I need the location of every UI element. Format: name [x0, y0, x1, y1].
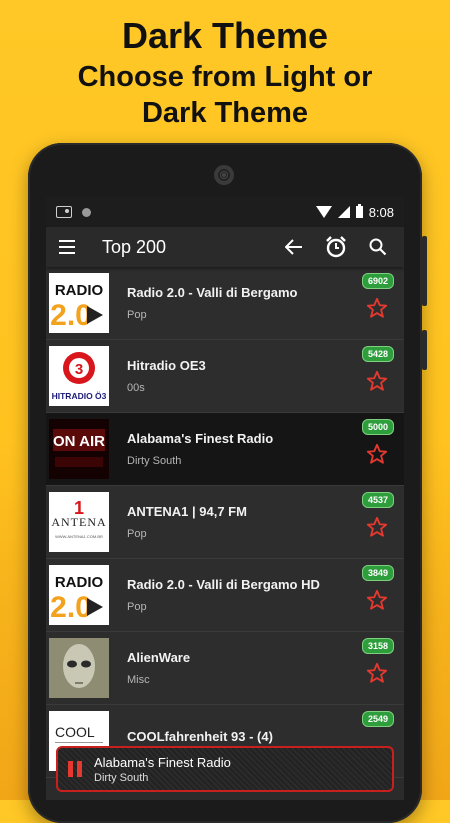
logo-text-antena-url: WWW.ANTENA1.COM.BR — [55, 534, 103, 539]
station-row[interactable]: RADIO 2.0 Radio 2.0 - Valli di Bergamo P… — [46, 267, 404, 340]
status-bar: 8:08 — [46, 197, 404, 227]
svg-text:2.0: 2.0 — [50, 591, 92, 624]
station-genre: Pop — [127, 601, 147, 613]
listener-count-badge: 2549 — [361, 711, 395, 727]
station-genre: Pop — [127, 309, 147, 321]
power-button — [422, 330, 427, 370]
favorite-star-icon[interactable] — [366, 516, 388, 538]
alarm-icon[interactable] — [324, 235, 348, 259]
search-icon[interactable] — [366, 235, 390, 259]
svg-text:2.0: 2.0 — [50, 299, 92, 332]
logo-text-hitradio: HITRADIO Ö3 — [52, 391, 107, 401]
promo-title: Dark Theme — [121, 15, 329, 56]
favorite-star-icon[interactable] — [366, 589, 388, 611]
station-name: COOLfahrenheit 93 - (4) — [127, 729, 273, 744]
cell-signal-icon — [337, 206, 350, 218]
station-genre: Misc — [127, 674, 150, 686]
station-row[interactable]: RADIO 2.0 Radio 2.0 - Valli di Bergamo H… — [46, 559, 404, 632]
station-genre: Pop — [127, 528, 147, 540]
logo-text-onair: ON AIR — [53, 433, 105, 450]
listener-count-badge: 6902 — [361, 273, 395, 289]
promo-subtitle-line2: Dark Theme — [141, 97, 308, 129]
station-name: ANTENA1 | 94,7 FM — [127, 504, 247, 519]
station-row[interactable]: 3 HITRADIO Ö3 Hitradio OE3 00s 5428 — [46, 340, 404, 413]
favorite-star-icon[interactable] — [366, 443, 388, 465]
station-row[interactable]: AlienWare Misc 3158 — [46, 632, 404, 705]
now-playing-genre: Dirty South — [94, 771, 149, 784]
listener-count-badge: 5428 — [361, 346, 395, 362]
battery-icon — [355, 204, 363, 218]
page-title: Top 200 — [102, 236, 167, 257]
station-logo: 3 HITRADIO Ö3 — [49, 346, 109, 406]
svg-text:RADIO: RADIO — [55, 574, 104, 591]
now-playing-name: Alabama's Finest Radio — [94, 754, 231, 770]
volume-button — [422, 236, 427, 306]
logo-text-cool: COOL — [55, 724, 95, 740]
station-name: Alabama's Finest Radio — [127, 431, 274, 446]
station-row-active[interactable]: ON AIR Alabama's Finest Radio Dirty Sout… — [46, 413, 404, 486]
app-screen: 8:08 Top 200 RADIO 2.0 Radio 2.0 - Valli… — [46, 197, 404, 800]
listener-count-badge: 5000 — [361, 419, 395, 435]
station-name: Hitradio OE3 — [127, 358, 206, 373]
station-row[interactable]: ANTENA 1 WWW.ANTENA1.COM.BR ANTENA1 | 94… — [46, 486, 404, 559]
svg-text:3: 3 — [75, 361, 83, 378]
station-logo — [49, 638, 109, 698]
station-logo: RADIO 2.0 — [49, 565, 109, 625]
favorite-star-icon[interactable] — [366, 662, 388, 684]
listener-count-badge: 3849 — [361, 565, 395, 581]
station-genre: Dirty South — [127, 455, 182, 467]
logo-text-radio: RADIO — [55, 282, 104, 299]
menu-icon[interactable] — [56, 235, 80, 259]
notification-dot-icon — [82, 207, 91, 217]
speaker-grille — [214, 165, 234, 185]
app-bar: Top 200 — [46, 227, 404, 267]
back-arrow-icon[interactable] — [282, 235, 306, 259]
station-genre: 00s — [127, 382, 145, 394]
listener-count-badge: 4537 — [361, 492, 395, 508]
station-logo: ANTENA 1 WWW.ANTENA1.COM.BR — [49, 492, 109, 552]
favorite-star-icon[interactable] — [366, 370, 388, 392]
svg-text:1: 1 — [74, 498, 84, 518]
wifi-icon — [315, 206, 332, 218]
station-list: RADIO 2.0 Radio 2.0 - Valli di Bergamo P… — [46, 267, 404, 778]
listener-count-badge: 3158 — [361, 638, 395, 654]
station-logo: ON AIR — [49, 419, 109, 479]
radio-notification-icon — [56, 206, 72, 218]
status-time: 8:08 — [368, 204, 394, 220]
promo-subtitle-line1: Choose from Light or — [77, 61, 373, 93]
station-logo: RADIO 2.0 — [49, 273, 109, 333]
station-name: AlienWare — [127, 650, 191, 665]
station-name: Radio 2.0 - Valli di Bergamo — [127, 285, 298, 300]
now-playing-bar[interactable]: Alabama's Finest Radio Dirty South — [56, 746, 394, 792]
pause-icon[interactable] — [68, 761, 84, 777]
favorite-star-icon[interactable] — [366, 297, 388, 319]
station-name: Radio 2.0 - Valli di Bergamo HD — [127, 577, 320, 592]
